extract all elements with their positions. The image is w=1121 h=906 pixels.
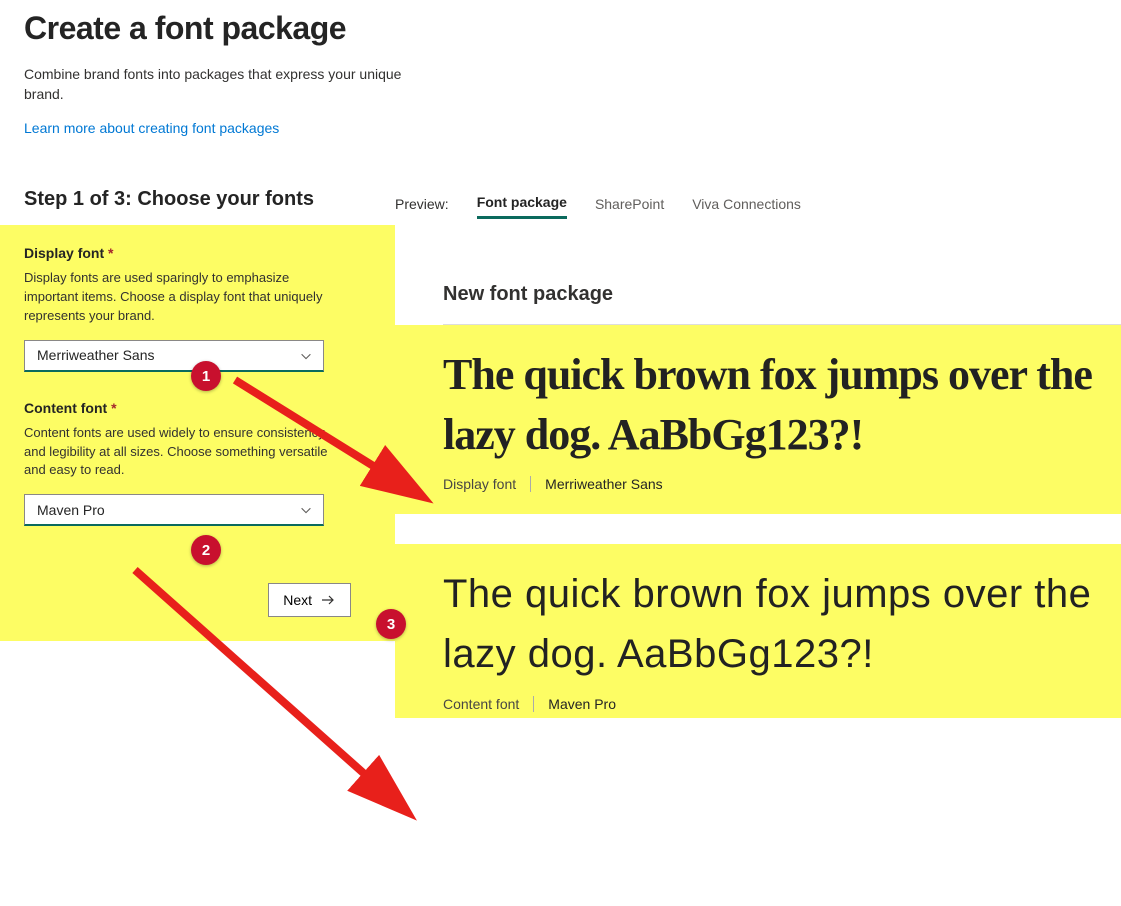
annotation-badge-2: 2 xyxy=(191,535,221,565)
next-button[interactable]: Next xyxy=(268,583,351,617)
content-font-field: Content font * Content fonts are used wi… xyxy=(24,400,371,527)
page-title: Create a font package xyxy=(24,10,1097,47)
tab-viva-connections[interactable]: Viva Connections xyxy=(692,190,801,218)
learn-more-link[interactable]: Learn more about creating font packages xyxy=(24,120,279,136)
step-title: Step 1 of 3: Choose your fonts xyxy=(0,188,395,211)
display-font-sample: The quick brown fox jumps over the lazy … xyxy=(395,325,1121,514)
chevron-down-icon xyxy=(299,349,313,366)
display-sample-text: The quick brown fox jumps over the lazy … xyxy=(443,345,1121,464)
arrow-right-icon xyxy=(320,592,336,608)
required-mark: * xyxy=(111,400,116,416)
annotation-badge-1: 1 xyxy=(191,361,221,391)
display-font-help: Display fonts are used sparingly to emph… xyxy=(24,269,344,326)
content-meta-label: Content font xyxy=(443,696,519,712)
preview-tabs: Preview: Font package SharePoint Viva Co… xyxy=(395,188,1121,229)
preview-card-header: New font package xyxy=(443,261,1121,325)
annotation-badge-3: 3 xyxy=(376,609,406,639)
form-panel: Display font * Display fonts are used sp… xyxy=(0,225,395,641)
tab-font-package[interactable]: Font package xyxy=(477,188,567,219)
content-font-dropdown[interactable]: Maven Pro xyxy=(24,494,324,526)
tab-sharepoint[interactable]: SharePoint xyxy=(595,190,664,218)
required-mark: * xyxy=(108,245,113,261)
display-meta-label: Display font xyxy=(443,476,516,492)
page-description: Combine brand fonts into packages that e… xyxy=(24,65,444,104)
display-font-label: Display font * xyxy=(24,245,371,261)
display-meta-value: Merriweather Sans xyxy=(545,476,663,492)
content-font-label-text: Content font xyxy=(24,400,107,416)
content-font-sample: The quick brown fox jumps over the lazy … xyxy=(395,544,1121,718)
chevron-down-icon xyxy=(299,503,313,520)
meta-divider xyxy=(533,696,534,712)
content-meta-value: Maven Pro xyxy=(548,696,616,712)
content-sample-text: The quick brown fox jumps over the lazy … xyxy=(443,564,1121,684)
preview-card-title: New font package xyxy=(443,283,1097,306)
display-font-value: Merriweather Sans xyxy=(37,347,155,363)
meta-divider xyxy=(530,476,531,492)
content-font-value: Maven Pro xyxy=(37,502,105,518)
display-font-label-text: Display font xyxy=(24,245,104,261)
preview-label: Preview: xyxy=(395,196,449,212)
display-font-dropdown[interactable]: Merriweather Sans xyxy=(24,340,324,372)
content-font-help: Content fonts are used widely to ensure … xyxy=(24,424,344,481)
next-button-label: Next xyxy=(283,592,312,608)
display-font-field: Display font * Display fonts are used sp… xyxy=(24,245,371,372)
content-font-label: Content font * xyxy=(24,400,371,416)
